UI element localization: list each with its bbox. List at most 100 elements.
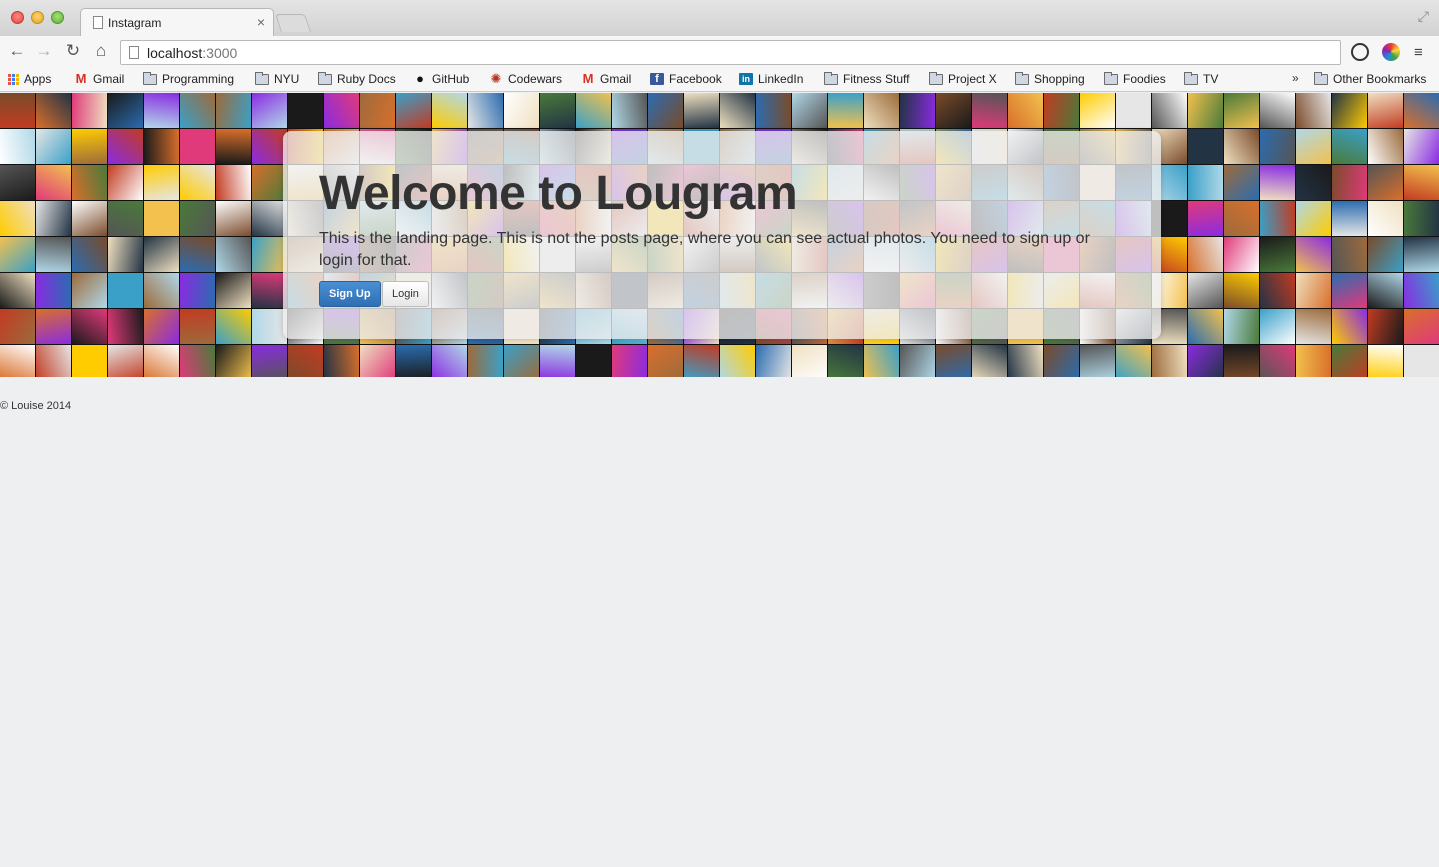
photo-thumbnail [180,345,215,377]
more-bookmarks-chevron-icon[interactable]: » [1292,71,1299,85]
bookmark-github[interactable]: ● GitHub [413,72,469,86]
bookmark-programming[interactable]: Programming [143,71,234,86]
photo-thumbnail [1368,345,1403,377]
tab-close-icon[interactable]: × [257,14,265,30]
photo-thumbnail [1188,129,1223,164]
photo-thumbnail [1080,345,1115,377]
bookmark-nyu[interactable]: NYU [255,71,299,86]
photo-thumbnail [324,345,359,377]
menu-icon[interactable]: ≡ [1414,44,1423,61]
extension-clock-icon[interactable] [1351,43,1369,61]
bookmark-apps[interactable]: Apps [8,72,51,86]
photo-thumbnail [144,93,179,128]
photo-thumbnail [1044,345,1079,377]
photo-thumbnail [72,273,107,308]
photo-thumbnail [900,345,935,377]
photo-thumbnail [36,129,71,164]
photo-thumbnail [36,273,71,308]
bookmark-gmail[interactable]: M Gmail [74,72,125,86]
minimize-window-button[interactable] [31,11,44,24]
photo-thumbnail [144,165,179,200]
photo-thumbnail [180,309,215,344]
photo-thumbnail [36,201,71,236]
photo-thumbnail [1332,165,1367,200]
facebook-icon: f [650,73,664,85]
bookmark-codewars[interactable]: ✺ Codewars [489,72,562,86]
photo-thumbnail [216,129,251,164]
photo-thumbnail [108,273,143,308]
photo-thumbnail [468,93,503,128]
address-bar[interactable]: localhost:3000 [120,40,1341,65]
photo-thumbnail [396,345,431,377]
photo-thumbnail [216,237,251,272]
zoom-window-button[interactable] [51,11,64,24]
photo-thumbnail [396,93,431,128]
photo-thumbnail [1332,201,1367,236]
photo-thumbnail [180,201,215,236]
photo-thumbnail [864,93,899,128]
new-tab-button[interactable] [275,14,311,32]
forward-button[interactable]: → [33,41,55,61]
photo-thumbnail [36,237,71,272]
bookmark-facebook[interactable]: f Facebook [650,72,722,86]
bookmark-label: Codewars [508,72,563,86]
bookmark-linkedin[interactable]: in LinkedIn [739,72,803,86]
login-button[interactable]: Login [382,281,429,307]
photo-thumbnail [144,309,179,344]
photo-thumbnail [612,93,647,128]
extension-color-wheel-icon[interactable] [1382,43,1400,61]
photo-thumbnail [0,309,35,344]
photo-thumbnail [0,273,35,308]
photo-thumbnail [972,345,1007,377]
photo-thumbnail [108,165,143,200]
bookmark-foodies[interactable]: Foodies [1104,71,1166,86]
photo-thumbnail [684,93,719,128]
browser-tab[interactable]: Instagram × [80,8,274,36]
photo-thumbnail [756,93,791,128]
photo-thumbnail [1332,309,1367,344]
bookmark-tv[interactable]: TV [1184,71,1218,86]
photo-thumbnail [1404,309,1439,344]
bookmark-label: GitHub [432,72,470,86]
photo-thumbnail [540,93,575,128]
linkedin-icon: in [739,73,753,85]
reload-button[interactable]: ↻ [62,41,84,61]
photo-thumbnail [468,345,503,377]
photo-thumbnail [936,345,971,377]
photo-thumbnail [36,165,71,200]
photo-thumbnail [1008,93,1043,128]
photo-thumbnail [1332,273,1367,308]
bookmark-label: Apps [24,72,52,86]
bookmark-label: Gmail [93,72,125,86]
bookmark-shopping[interactable]: Shopping [1015,71,1085,86]
bookmark-fitness-stuff[interactable]: Fitness Stuff [824,71,909,86]
photo-thumbnail [252,201,287,236]
photo-thumbnail [252,345,287,377]
photo-thumbnail [1368,93,1403,128]
photo-thumbnail [1296,273,1331,308]
close-window-button[interactable] [11,11,24,24]
photo-thumbnail [1224,237,1259,272]
fullscreen-icon[interactable]: ⤢ [1418,8,1429,25]
bookmark-gmail-2[interactable]: M Gmail [581,72,632,86]
photo-thumbnail [540,345,575,377]
photo-thumbnail [216,273,251,308]
back-button[interactable]: ← [6,41,28,61]
folder-icon [255,71,269,85]
bookmark-other[interactable]: Other Bookmarks [1314,71,1426,86]
bookmark-project-x[interactable]: Project X [929,71,997,86]
address-url[interactable]: localhost:3000 [147,45,237,61]
bookmark-label: Shopping [1034,72,1085,86]
photo-thumbnail [576,93,611,128]
home-button[interactable]: ⌂ [90,41,112,61]
bookmark-ruby-docs[interactable]: Ruby Docs [318,71,396,86]
photo-thumbnail [1188,273,1223,308]
sign-up-button[interactable]: Sign Up [319,281,381,307]
photo-thumbnail [1296,129,1331,164]
photo-thumbnail [216,165,251,200]
photo-thumbnail [1188,345,1223,377]
photo-thumbnail [0,93,35,128]
photo-thumbnail [1044,93,1079,128]
photo-thumbnail [612,345,647,377]
folder-icon [1314,71,1328,85]
